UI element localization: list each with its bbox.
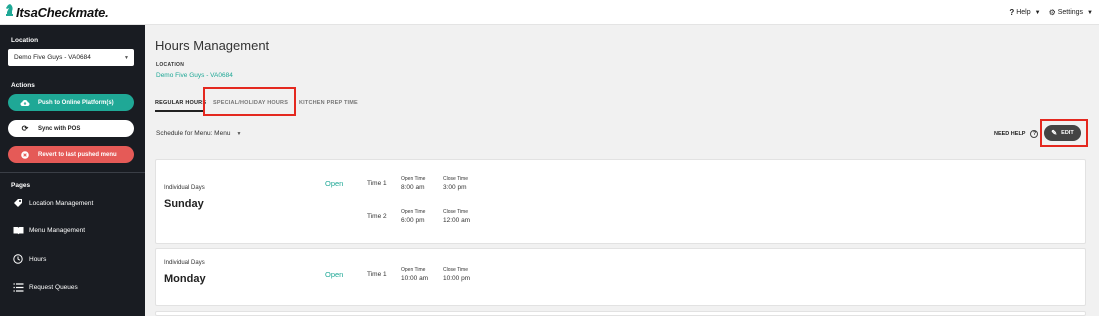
caret-down-icon: ▼ <box>1087 9 1093 16</box>
push-to-online-platforms-button[interactable]: Push to Online Platform(s) <box>8 94 134 111</box>
location-link[interactable]: Demo Five Guys - VA0684 <box>156 72 233 79</box>
need-help-label: NEED HELP <box>994 131 1026 137</box>
open-time-value: 8:00 am <box>401 184 425 191</box>
settings-menu[interactable]: ⚙ Settings ▼ <box>1049 8 1093 17</box>
open-time-label: Open Time <box>401 209 426 215</box>
sidebar-item-menu-management[interactable]: Menu Management <box>11 226 85 235</box>
tab-regular-hours[interactable]: REGULAR HOURS <box>155 100 206 106</box>
sidebar-item-hours[interactable]: Hours <box>11 254 46 264</box>
close-time-value: 3:00 pm <box>443 184 467 191</box>
highlight-box-special-hours-tab <box>203 87 296 116</box>
individual-days-label: Individual Days <box>164 260 205 266</box>
clock-icon <box>11 254 25 264</box>
sidebar-item-label: Location Management <box>29 199 94 207</box>
day-card-monday: Individual Days Monday Open Time 1 Open … <box>155 248 1086 306</box>
open-time-label: Open Time <box>401 176 426 182</box>
time-slot-label: Time 1 <box>367 180 387 187</box>
open-status: Open <box>325 179 344 188</box>
revert-button-label: Revert to last pushed menu <box>38 151 117 158</box>
cloud-upload-icon <box>19 99 31 107</box>
pages-heading: Pages <box>11 182 31 189</box>
top-right-menu: ? Help ▼ ⚙ Settings ▼ <box>1001 0 1093 25</box>
caret-down-icon: ▼ <box>236 130 242 137</box>
sync-button-label: Sync with POS <box>38 125 81 132</box>
sidebar-item-label: Hours <box>29 255 47 263</box>
menu-book-icon <box>11 226 25 235</box>
help-label: Help <box>1016 9 1031 16</box>
logo[interactable]: ItsaCheckmate. <box>5 3 109 22</box>
gear-icon: ⚙ <box>1048 8 1056 17</box>
individual-days-label: Individual Days <box>164 185 205 191</box>
actions-heading: Actions <box>11 82 35 89</box>
tag-icon <box>11 198 25 208</box>
close-time-label: Close Time <box>443 267 469 273</box>
day-name: Monday <box>164 273 206 285</box>
page-title: Hours Management <box>155 38 270 53</box>
sidebar-item-label: Request Queues <box>29 284 78 291</box>
sync-icon: ⟳ <box>21 124 29 133</box>
location-select-value: Demo Five Guys - VA0684 <box>14 54 91 61</box>
location-heading: Location <box>11 37 39 44</box>
logo-text: ItsaCheckmate. <box>16 4 109 20</box>
close-time-value: 12:00 am <box>443 217 471 224</box>
close-time-label: Close Time <box>443 176 469 182</box>
open-time-value: 6:00 pm <box>401 217 425 224</box>
close-time-value: 10:00 pm <box>443 275 471 282</box>
help-menu[interactable]: ? Help ▼ <box>1009 8 1040 17</box>
need-help[interactable]: NEED HELP ? <box>994 130 1039 138</box>
close-time-label: Close Time <box>443 209 469 215</box>
day-name: Sunday <box>164 198 204 210</box>
push-button-label: Push to Online Platform(s) <box>38 99 114 106</box>
list-icon <box>11 283 25 292</box>
time-slot-label: Time 1 <box>367 271 387 278</box>
revert-to-last-pushed-menu-button[interactable]: Revert to last pushed menu <box>8 146 134 163</box>
schedule-menu-select[interactable]: Schedule for Menu: Menu ▼ <box>156 130 241 137</box>
time-slot-label: Time 2 <box>367 213 387 220</box>
highlight-box-edit-button <box>1040 119 1088 147</box>
question-icon: ? <box>1009 8 1015 17</box>
help-circle-icon: ? <box>1030 130 1039 138</box>
caret-down-icon: ▼ <box>1034 9 1041 16</box>
open-time-value: 10:00 am <box>401 275 429 282</box>
close-circle-icon <box>19 150 31 159</box>
schedule-menu-label: Schedule for Menu: Menu <box>156 130 231 137</box>
caret-down-icon: ▼ <box>124 54 129 61</box>
open-time-label: Open Time <box>401 267 426 273</box>
main-content: Hours Management LOCATION Demo Five Guys… <box>145 25 1099 316</box>
top-bar: ItsaCheckmate. ? Help ▼ ⚙ Settings ▼ <box>0 0 1099 25</box>
chess-knight-icon <box>5 3 14 22</box>
day-card-partial <box>155 311 1086 316</box>
sidebar-item-location-management[interactable]: Location Management <box>11 198 93 208</box>
settings-label: Settings <box>1057 9 1084 16</box>
sidebar-item-request-queues[interactable]: Request Queues <box>11 283 78 292</box>
location-label: LOCATION <box>156 62 185 68</box>
sidebar-divider <box>0 172 145 173</box>
active-tab-indicator <box>155 110 205 112</box>
location-select[interactable]: Demo Five Guys - VA0684 ▼ <box>8 49 134 66</box>
sidebar: Location Demo Five Guys - VA0684 ▼ Actio… <box>0 25 145 316</box>
sync-with-pos-button[interactable]: ⟳ Sync with POS <box>8 120 134 137</box>
day-card-sunday: Individual Days Sunday Open Time 1 Open … <box>155 159 1086 244</box>
tab-kitchen-prep-time[interactable]: KITCHEN PREP TIME <box>299 100 358 106</box>
sidebar-item-label: Menu Management <box>29 227 86 234</box>
open-status: Open <box>325 270 344 279</box>
